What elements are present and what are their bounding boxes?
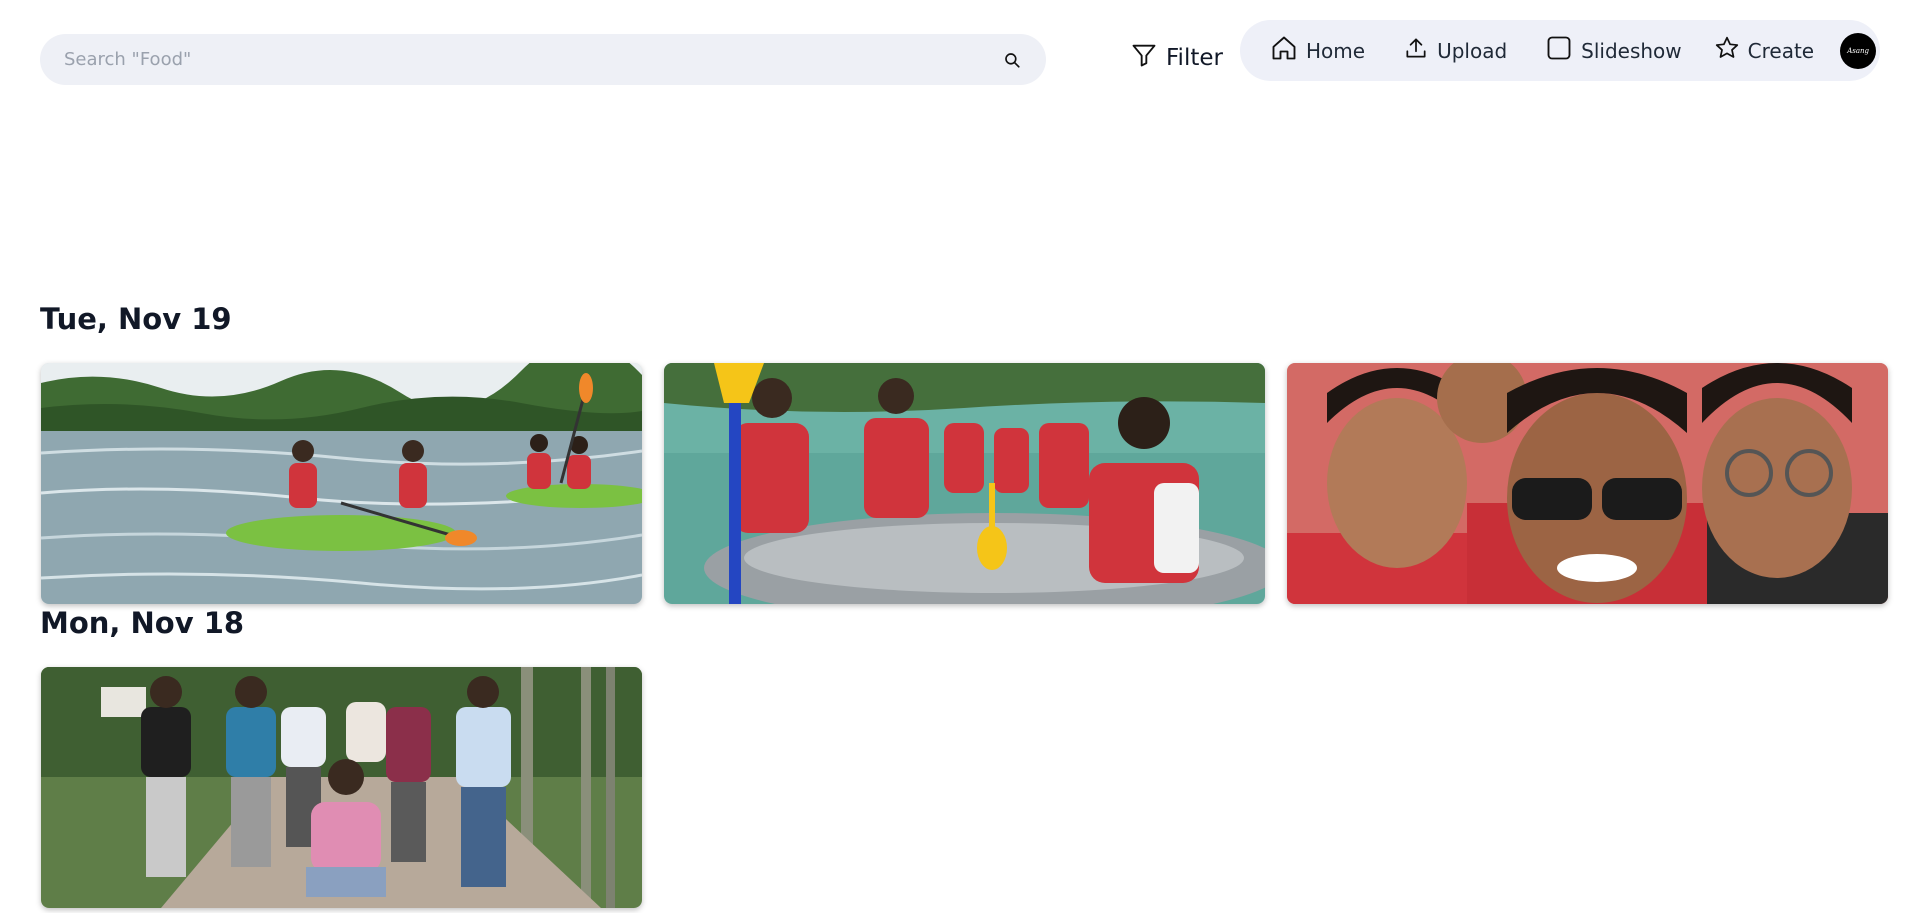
- nav-create-button[interactable]: Create: [1714, 35, 1814, 66]
- avatar[interactable]: Asang: [1840, 32, 1877, 69]
- home-icon: [1270, 34, 1298, 67]
- kayak-river-photo[interactable]: [41, 363, 642, 604]
- search-icon[interactable]: [1002, 50, 1022, 70]
- top-bar: Filter Home Upload: [0, 0, 1920, 110]
- selfie-group-photo[interactable]: [1287, 363, 1888, 604]
- nav-slideshow-button[interactable]: Slideshow: [1545, 34, 1682, 67]
- search-bar[interactable]: [40, 34, 1046, 85]
- search-input[interactable]: [64, 49, 1002, 70]
- filter-button[interactable]: Filter: [1130, 38, 1223, 78]
- nav-bar: Home Upload Slideshow Create Asang: [1240, 20, 1880, 81]
- star-icon: [1714, 35, 1740, 66]
- nav-home-label: Home: [1306, 38, 1366, 63]
- road-group-photo[interactable]: [41, 667, 642, 908]
- date-heading-nov-18: Mon, Nov 18: [40, 606, 245, 640]
- filter-icon: [1130, 41, 1158, 75]
- filter-label: Filter: [1166, 45, 1223, 71]
- avatar-signature: Asang: [1847, 46, 1870, 55]
- upload-icon: [1403, 35, 1429, 66]
- nav-upload-label: Upload: [1437, 38, 1508, 63]
- nav-create-label: Create: [1747, 38, 1815, 63]
- slideshow-icon: [1545, 34, 1573, 67]
- rafting-group-photo[interactable]: [664, 363, 1265, 604]
- nav-home-button[interactable]: Home: [1270, 34, 1365, 67]
- nav-upload-button[interactable]: Upload: [1403, 35, 1507, 66]
- nav-slideshow-label: Slideshow: [1581, 38, 1682, 63]
- date-heading-nov-19: Tue, Nov 19: [40, 302, 232, 336]
